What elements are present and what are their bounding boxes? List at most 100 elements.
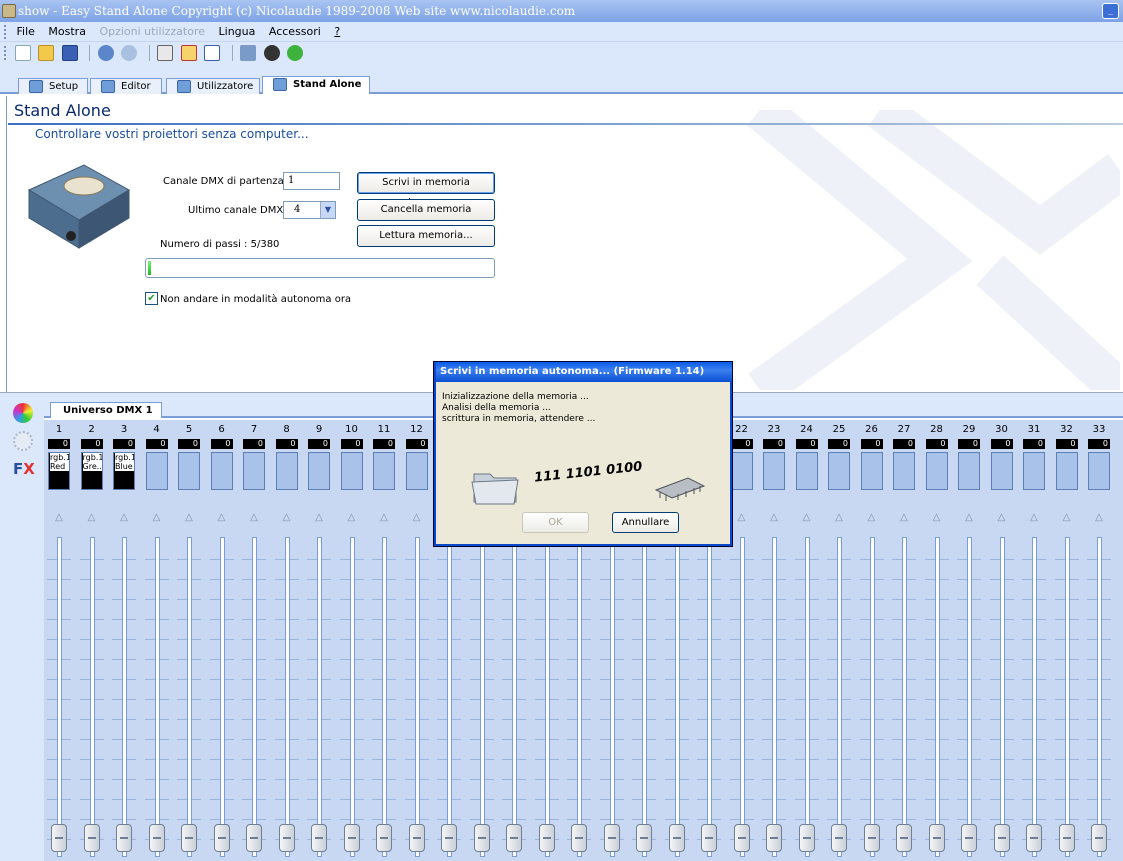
fader-track[interactable] bbox=[122, 537, 127, 857]
channel-color-box[interactable] bbox=[275, 452, 298, 490]
fader-knob[interactable] bbox=[863, 824, 880, 852]
fader-up-icon[interactable]: △ bbox=[800, 512, 814, 524]
fader-track[interactable] bbox=[219, 537, 225, 857]
fader-knob[interactable] bbox=[376, 824, 392, 852]
fader-up-icon[interactable]: △ bbox=[182, 512, 196, 524]
fader-track[interactable] bbox=[772, 537, 777, 857]
fader-up-icon[interactable]: △ bbox=[215, 512, 229, 524]
fader-track[interactable] bbox=[707, 537, 712, 857]
fader-track[interactable] bbox=[512, 537, 517, 857]
fader-knob[interactable] bbox=[343, 824, 360, 852]
fader-knob[interactable] bbox=[83, 824, 100, 852]
fader-track[interactable] bbox=[479, 537, 485, 857]
gear-wheel-icon[interactable] bbox=[13, 431, 33, 451]
fader-knob[interactable] bbox=[961, 824, 977, 852]
fader-knob[interactable] bbox=[473, 824, 490, 852]
redo-icon[interactable] bbox=[121, 45, 137, 61]
fader-up-icon[interactable]: △ bbox=[52, 512, 66, 524]
channel-color-box[interactable] bbox=[373, 452, 395, 490]
fader-track[interactable] bbox=[1097, 537, 1102, 857]
fader-up-icon[interactable]: △ bbox=[247, 512, 261, 524]
menu-help[interactable]: ? bbox=[334, 22, 340, 42]
fader-up-icon[interactable]: △ bbox=[897, 512, 911, 524]
fader-knob[interactable] bbox=[506, 824, 522, 852]
channel-color-box[interactable] bbox=[990, 452, 1013, 490]
fader-knob[interactable] bbox=[668, 824, 685, 852]
fader-track[interactable] bbox=[382, 537, 387, 857]
fader-track[interactable] bbox=[934, 537, 940, 857]
fader-track[interactable] bbox=[447, 537, 452, 857]
fader-track[interactable] bbox=[999, 537, 1005, 857]
fader-knob[interactable] bbox=[538, 824, 555, 852]
channel-color-box[interactable]: rgb.1 Gre... bbox=[80, 452, 103, 490]
fader-up-icon[interactable]: △ bbox=[962, 512, 976, 524]
standalone-checkbox-label[interactable]: Non andare in modalità autonoma ora bbox=[160, 294, 351, 305]
fader-track[interactable] bbox=[414, 537, 420, 857]
fader-track[interactable] bbox=[869, 537, 875, 857]
fader-up-icon[interactable]: △ bbox=[1092, 512, 1106, 524]
record-icon[interactable] bbox=[263, 45, 280, 61]
fader-knob[interactable] bbox=[831, 824, 847, 852]
fader-knob[interactable] bbox=[1026, 824, 1042, 852]
fader-track[interactable] bbox=[967, 537, 972, 857]
last-channel-select[interactable]: 4 ▼ bbox=[283, 201, 336, 219]
new-icon[interactable] bbox=[14, 45, 31, 61]
fader-track[interactable] bbox=[642, 537, 647, 857]
channel-color-box[interactable] bbox=[763, 452, 785, 490]
fader-knob[interactable] bbox=[701, 824, 717, 852]
fader-knob[interactable] bbox=[311, 824, 327, 852]
channel-color-box[interactable] bbox=[893, 452, 915, 490]
tab-setup[interactable]: Setup bbox=[18, 78, 88, 94]
channel-color-box[interactable] bbox=[210, 452, 233, 490]
minimize-button[interactable]: _ bbox=[1102, 3, 1119, 19]
fader-up-icon[interactable]: △ bbox=[865, 512, 879, 524]
channel-color-box[interactable] bbox=[958, 452, 980, 490]
fader-track[interactable] bbox=[609, 537, 615, 857]
channel-color-box[interactable] bbox=[405, 452, 428, 490]
menu-lingua[interactable]: Lingua bbox=[219, 22, 256, 42]
tab-stand-alone[interactable]: Stand Alone bbox=[262, 76, 370, 94]
fader-up-icon[interactable]: △ bbox=[1060, 512, 1074, 524]
fader-track[interactable] bbox=[317, 537, 322, 857]
fader-knob[interactable] bbox=[766, 824, 782, 852]
tab-editor[interactable]: Editor bbox=[90, 78, 162, 94]
fader-up-icon[interactable]: △ bbox=[1027, 512, 1041, 524]
brush-icon[interactable] bbox=[240, 45, 256, 61]
fader-knob[interactable] bbox=[798, 824, 815, 852]
color-wheel-icon[interactable] bbox=[13, 403, 33, 423]
channel-color-box[interactable]: rgb.1 Red bbox=[48, 452, 70, 490]
tab-universo-dmx-1[interactable]: Universo DMX 1 bbox=[50, 402, 162, 418]
fader-track[interactable] bbox=[57, 537, 62, 857]
fader-knob[interactable] bbox=[928, 824, 945, 852]
fader-knob[interactable] bbox=[603, 824, 620, 852]
fader-knob[interactable] bbox=[896, 824, 912, 852]
channel-color-box[interactable]: rgb.1 Blue bbox=[113, 452, 135, 490]
fader-knob[interactable] bbox=[181, 824, 197, 852]
channel-color-box[interactable] bbox=[1055, 452, 1078, 490]
fader-track[interactable] bbox=[544, 537, 550, 857]
channel-color-box[interactable] bbox=[730, 452, 753, 490]
channel-color-box[interactable] bbox=[925, 452, 948, 490]
channel-color-box[interactable] bbox=[828, 452, 850, 490]
fader-knob[interactable] bbox=[1058, 824, 1075, 852]
channel-color-box[interactable] bbox=[795, 452, 818, 490]
fader-up-icon[interactable]: △ bbox=[410, 512, 424, 524]
help-icon[interactable] bbox=[287, 45, 303, 61]
start-channel-input[interactable]: 1 bbox=[283, 172, 340, 190]
fader-up-icon[interactable]: △ bbox=[280, 512, 294, 524]
fader-up-icon[interactable]: △ bbox=[377, 512, 391, 524]
fader-track[interactable] bbox=[902, 537, 907, 857]
fader-knob[interactable] bbox=[1091, 824, 1107, 852]
fader-up-icon[interactable]: △ bbox=[735, 512, 749, 524]
fader-knob[interactable] bbox=[733, 824, 750, 852]
fader-track[interactable] bbox=[804, 537, 810, 857]
fader-up-icon[interactable]: △ bbox=[345, 512, 359, 524]
fader-knob[interactable] bbox=[408, 824, 425, 852]
fader-knob[interactable] bbox=[636, 824, 652, 852]
fader-knob[interactable] bbox=[993, 824, 1010, 852]
channel-color-box[interactable] bbox=[308, 452, 330, 490]
open-icon[interactable] bbox=[38, 45, 54, 61]
fader-track[interactable] bbox=[89, 537, 95, 857]
undo-icon[interactable] bbox=[97, 45, 114, 61]
write-memory-button[interactable]: Scrivi in memoria autonoma... bbox=[357, 172, 495, 208]
